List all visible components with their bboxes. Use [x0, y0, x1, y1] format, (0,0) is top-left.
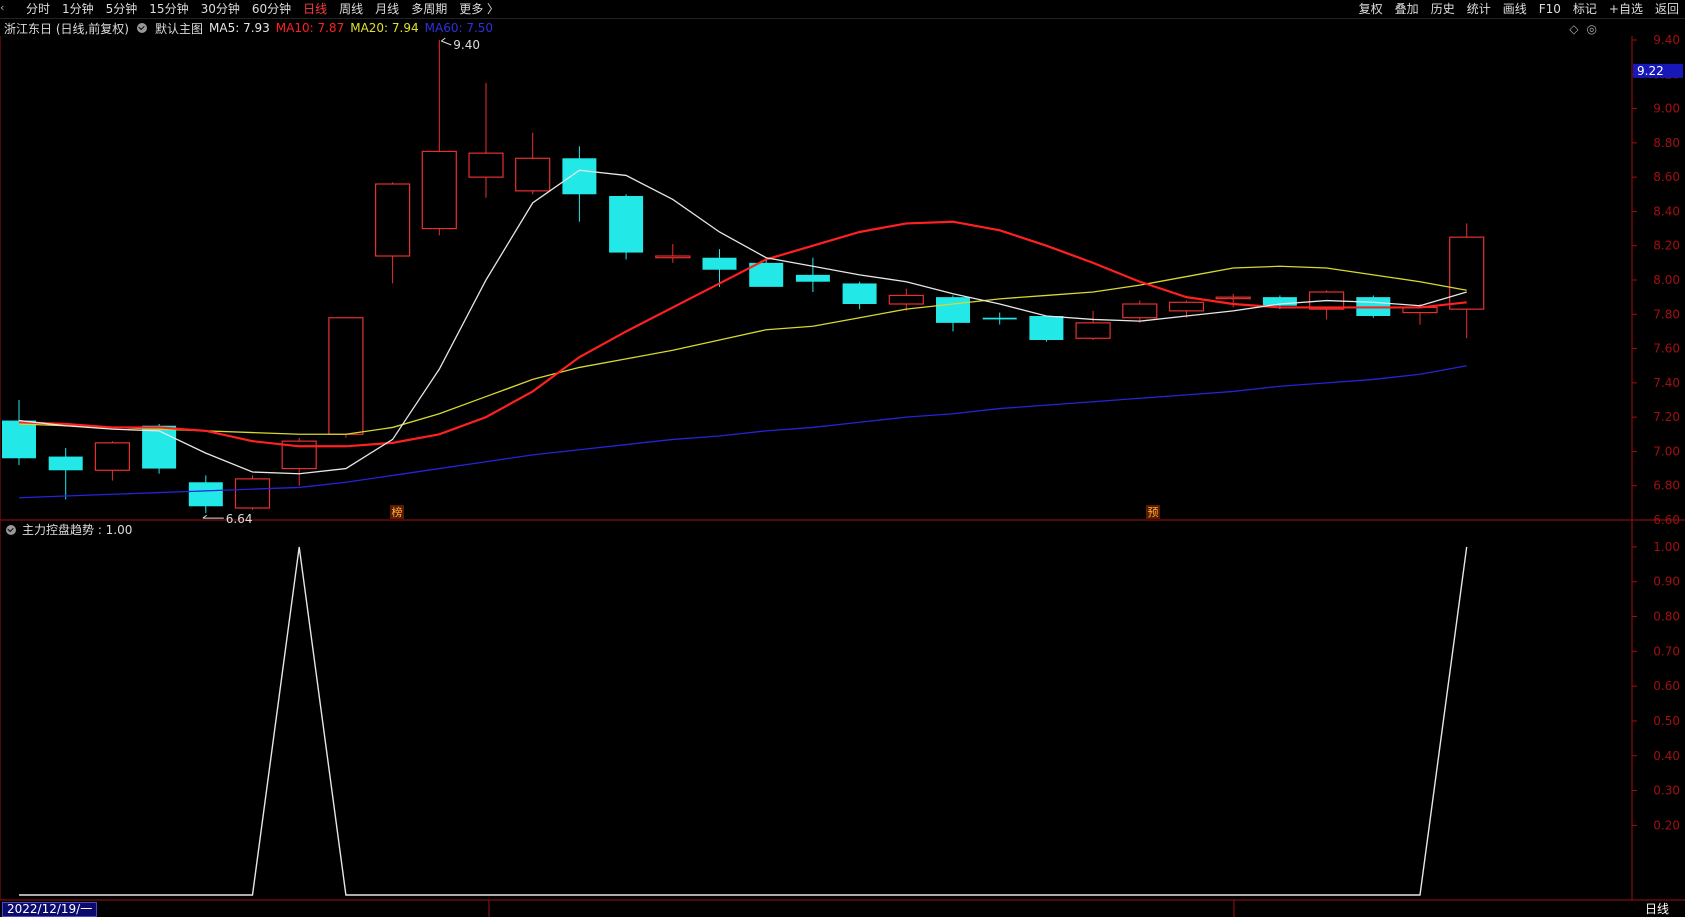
price-tick-label: 8.80	[1653, 136, 1680, 150]
price-tick-label: 6.60	[1653, 513, 1680, 527]
high-price-label: 9.40	[453, 38, 480, 52]
indicator-tick-label: 1.00	[1653, 540, 1680, 554]
candle-body	[842, 283, 877, 304]
price-tick-label: 6.80	[1653, 479, 1680, 493]
candle-body	[188, 482, 223, 507]
candle-body	[1122, 303, 1158, 319]
last-price-label: 9.22	[1637, 64, 1664, 78]
indicator-tick-label: 0.20	[1653, 818, 1680, 832]
indicator-tick-label: 0.30	[1653, 784, 1680, 798]
price-tick-label: 7.80	[1653, 307, 1680, 321]
candle-body	[328, 317, 364, 435]
price-tick-label: 8.40	[1653, 204, 1680, 218]
low-price-label: 6.64	[226, 512, 253, 526]
candle-body	[888, 294, 924, 305]
candle-body	[2, 420, 36, 459]
period-label: 日线	[1645, 902, 1670, 916]
price-tick-label: 7.00	[1653, 444, 1680, 458]
price-tick-label: 8.60	[1653, 170, 1680, 184]
event-marker-label: 预	[1148, 506, 1159, 519]
price-tick-label: 7.20	[1653, 410, 1680, 424]
ma5-line	[18, 169, 1467, 475]
candle-body	[515, 157, 551, 192]
candle-body	[1168, 301, 1205, 312]
indicator-tick-label: 0.60	[1653, 679, 1680, 693]
indicator-tick-label: 0.90	[1653, 575, 1680, 589]
candle-body	[609, 196, 644, 253]
price-tick-label: 9.00	[1653, 102, 1680, 116]
candle-body	[234, 478, 271, 509]
candle-body	[655, 255, 691, 259]
low-arrow-icon	[202, 514, 224, 519]
ma10-line	[18, 220, 1467, 448]
indicator-tick-label: 0.50	[1653, 714, 1680, 728]
candle-body	[94, 442, 131, 471]
candle-body	[702, 257, 737, 270]
price-tick-label: 8.00	[1653, 273, 1680, 287]
stock-chart[interactable]: 9.409.209.008.808.608.408.208.007.807.60…	[0, 0, 1685, 917]
indicator-tick-label: 0.70	[1653, 644, 1680, 658]
date-label: 2022/12/19/一	[2, 902, 98, 917]
candle-body	[562, 158, 597, 195]
high-arrow-icon	[441, 37, 452, 46]
candle-body	[795, 274, 830, 282]
price-tick-label: 8.20	[1653, 239, 1680, 253]
candle-body	[421, 150, 457, 230]
candle-body	[1449, 236, 1485, 310]
indicator-line	[19, 546, 1468, 896]
candle-body	[1215, 296, 1251, 300]
indicator-tick-label: 0.40	[1653, 749, 1680, 763]
candle-body	[142, 425, 177, 469]
candle-body	[468, 152, 504, 178]
candle-body	[48, 456, 83, 471]
candle-body	[936, 297, 970, 323]
indicator-tick-label: 0.80	[1653, 610, 1680, 624]
price-tick-label: 7.40	[1653, 376, 1680, 390]
event-marker-label: 榜	[392, 505, 403, 519]
candle-body	[982, 317, 1017, 320]
price-tick-label: 9.40	[1653, 33, 1680, 47]
candle-body	[1075, 322, 1111, 339]
ma20-line	[18, 265, 1467, 435]
candle-body	[375, 183, 411, 257]
price-tick-label: 7.60	[1653, 342, 1680, 356]
candle-body	[1029, 316, 1064, 340]
